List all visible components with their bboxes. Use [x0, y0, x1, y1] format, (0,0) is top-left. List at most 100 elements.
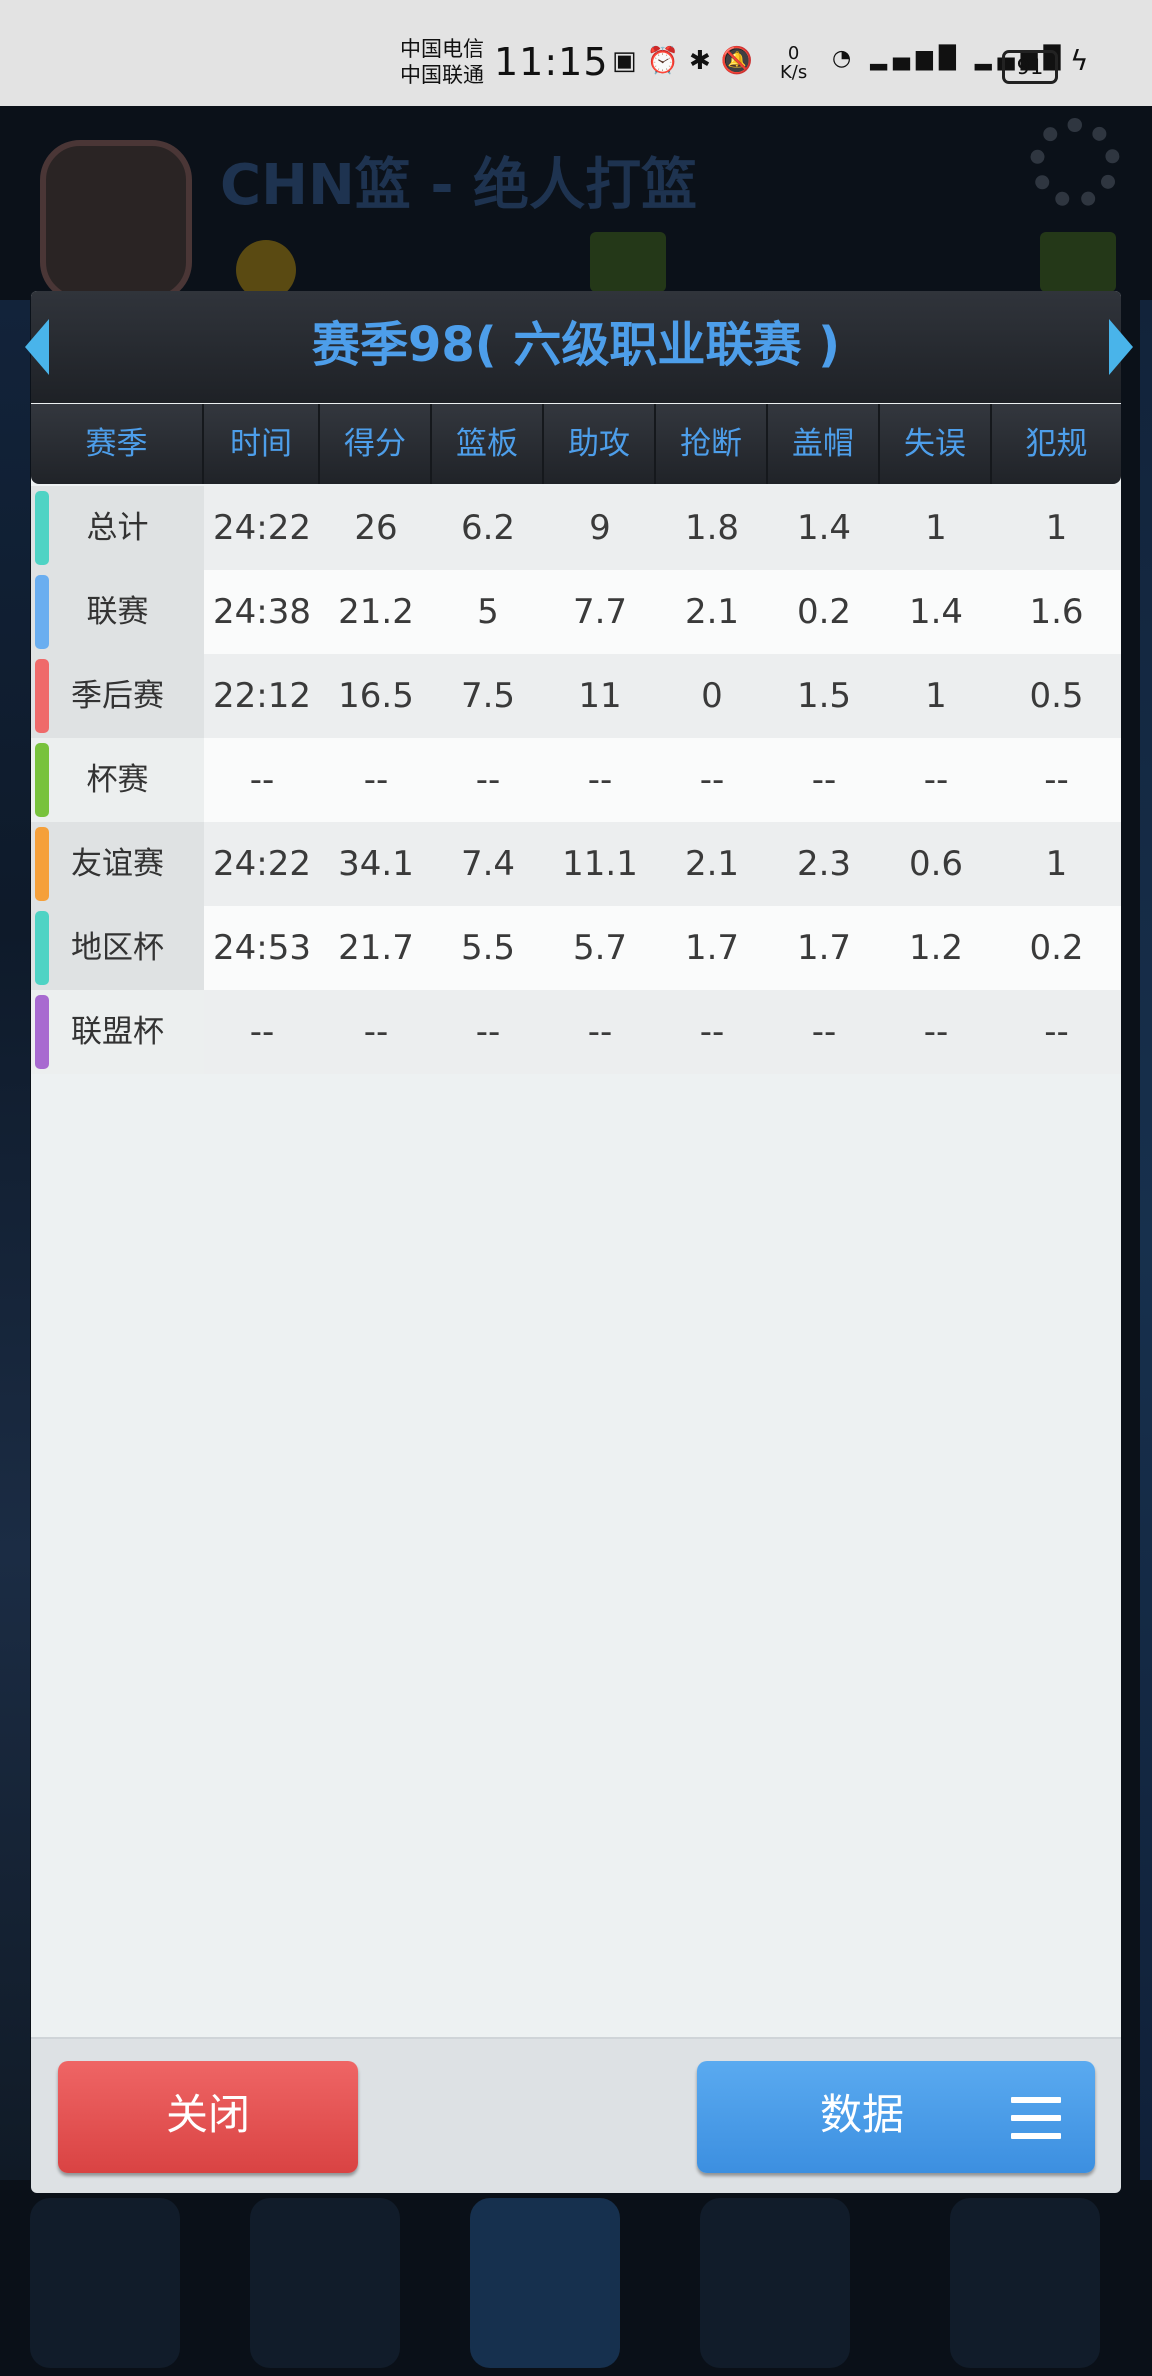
- table-cell: 0.2: [796, 592, 852, 632]
- table-row: 杯赛 -- -- -- -- -- -- -- --: [31, 738, 1121, 822]
- column-header: 失误: [880, 404, 992, 484]
- table-cell: 24:22: [213, 508, 311, 548]
- table-cell: --: [363, 1012, 389, 1052]
- table-cell: 1.4: [908, 592, 964, 632]
- bluetooth-icon: ✱: [688, 46, 721, 76]
- table-cell: 1.6: [1029, 592, 1084, 632]
- net-speed: 0 K/s: [780, 44, 807, 82]
- background-tab: [950, 2198, 1100, 2368]
- row-color-marker: [35, 743, 49, 817]
- table-cell: 21.2: [338, 592, 414, 632]
- table-cell: 1.7: [684, 928, 740, 968]
- close-button[interactable]: 关闭: [58, 2061, 358, 2173]
- next-season-arrow-icon[interactable]: [1109, 319, 1133, 375]
- column-header: 盖帽: [768, 404, 880, 484]
- table-cell: 0.6: [908, 844, 964, 884]
- table-cell: --: [587, 760, 613, 800]
- row-cells: 24:53 21.7 5.5 5.7 1.7 1.7 1.2 0.2: [204, 906, 1121, 990]
- table-cell: 34.1: [338, 844, 414, 884]
- row-color-marker: [35, 911, 49, 985]
- row-cells: -- -- -- -- -- -- -- --: [204, 990, 1121, 1074]
- row-label: 季后赛: [31, 654, 204, 738]
- row-label: 总计: [31, 486, 204, 570]
- charging-icon: ϟ: [1070, 44, 1089, 77]
- table-cell: --: [811, 1012, 837, 1052]
- carrier-names: 中国电信 中国联通: [400, 36, 484, 88]
- team-logo: [40, 140, 192, 302]
- background-badge: [590, 232, 666, 292]
- row-cells: -- -- -- -- -- -- -- --: [204, 738, 1121, 822]
- dialog-title: 赛季98( 六级职业联赛 ): [311, 317, 841, 373]
- table-cell: 0: [701, 676, 723, 716]
- carrier-2: 中国联通: [400, 63, 484, 87]
- table-row: 季后赛 22:12 16.5 7.5 11 0 1.5 1 0.5: [31, 654, 1121, 738]
- status-icons: ▣⏰✱🔕: [612, 46, 763, 76]
- column-header: 得分: [320, 404, 432, 484]
- table-cell: 5.7: [572, 928, 628, 968]
- column-header: 助攻: [544, 404, 656, 484]
- column-header: 犯规: [1025, 426, 1088, 462]
- row-label: 联盟杯: [31, 990, 204, 1074]
- table-cell: 0.2: [1029, 928, 1084, 968]
- table-cell: --: [923, 1012, 949, 1052]
- season-stats-dialog: 赛季98( 六级职业联赛 ) 赛季 时间 得分 篮板 助攻 抢断 盖帽 失误 犯规 总计 24:2…: [25, 291, 1133, 2193]
- table-cell: 24:53: [213, 928, 311, 968]
- net-speed-value: 0: [787, 43, 800, 64]
- data-button-label: 数据: [819, 2090, 904, 2139]
- row-color-marker: [35, 827, 49, 901]
- table-cell: 2.3: [796, 844, 852, 884]
- row-color-marker: [35, 575, 49, 649]
- table-cell: 5: [477, 592, 499, 632]
- table-row: 友谊赛 24:22 34.1 7.4 11.1 2.1 2.3 0.6 1: [31, 822, 1121, 906]
- table-cell: 1: [1045, 508, 1068, 548]
- table-cell: 26: [354, 508, 398, 548]
- table-row: 联盟杯 -- -- -- -- -- -- -- --: [31, 990, 1121, 1074]
- table-cell: --: [475, 1012, 501, 1052]
- background-side: [1140, 300, 1152, 2180]
- data-menu-button[interactable]: 数据: [697, 2061, 1095, 2173]
- battery-icon: 91: [1002, 50, 1058, 84]
- table-cell: 1.2: [908, 928, 964, 968]
- row-cells: 24:38 21.2 5 7.7 2.1 0.2 1.4 1.6: [204, 570, 1121, 654]
- table-cell: 7.5: [460, 676, 516, 716]
- table-cell: 1.7: [796, 928, 852, 968]
- nfc-icon: ▣: [612, 46, 647, 76]
- table-cell: --: [587, 1012, 613, 1052]
- background-title: CHN篮 - 绝人打篮: [220, 153, 698, 218]
- background-tab: [250, 2198, 400, 2368]
- column-header: 抢断: [656, 404, 768, 484]
- gear-icon: [1030, 118, 1120, 208]
- column-header: 时间: [204, 404, 320, 484]
- background-tab: [470, 2198, 620, 2368]
- clock: 11:15: [494, 40, 609, 84]
- menu-icon: [1011, 2097, 1061, 2139]
- table-cell: 21.7: [338, 928, 414, 968]
- table-cell: 11: [578, 676, 622, 716]
- table-cell: 22:12: [213, 676, 311, 716]
- table-row: 地区杯 24:53 21.7 5.5 5.7 1.7 1.7 1.2 0.2: [31, 906, 1121, 990]
- status-bar: 中国电信 中国联通 11:15 ▣⏰✱🔕 0 K/s ◔ ▂▄▆█ ▂▄▆█ 9…: [0, 0, 1152, 106]
- table-cell: 11.1: [562, 844, 638, 884]
- table-cell: --: [363, 760, 389, 800]
- table-cell: 1.8: [684, 508, 740, 548]
- row-cells: 24:22 34.1 7.4 11.1 2.1 2.3 0.6 1: [204, 822, 1121, 906]
- row-color-marker: [35, 995, 49, 1069]
- row-color-marker: [35, 659, 49, 733]
- table-cell: 16.5: [338, 676, 414, 716]
- table-cell: 9: [589, 508, 611, 548]
- background-tab: [700, 2198, 850, 2368]
- table-cell: --: [249, 760, 275, 800]
- table-cell: 1: [1045, 844, 1068, 884]
- table-row: 联赛 24:38 21.2 5 7.7 2.1 0.2 1.4 1.6: [31, 570, 1121, 654]
- mute-bell-icon: 🔕: [720, 46, 764, 76]
- table-cell: 1: [925, 508, 947, 548]
- row-cells: 24:22 26 6.2 9 1.8 1.4 1 1: [204, 486, 1121, 570]
- table-cell: 1: [925, 676, 947, 716]
- table-cell: 2.1: [684, 844, 740, 884]
- table-cell: --: [1044, 1012, 1069, 1052]
- row-cells: 22:12 16.5 7.5 11 0 1.5 1 0.5: [204, 654, 1121, 738]
- stats-table-body: 总计 24:22 26 6.2 9 1.8 1.4 1 1 联赛 24:38 21.2 5 7.7 2.1 0…: [31, 486, 1121, 1074]
- table-cell: --: [475, 760, 501, 800]
- background-side: [0, 300, 30, 2180]
- row-label: 杯赛: [31, 738, 204, 822]
